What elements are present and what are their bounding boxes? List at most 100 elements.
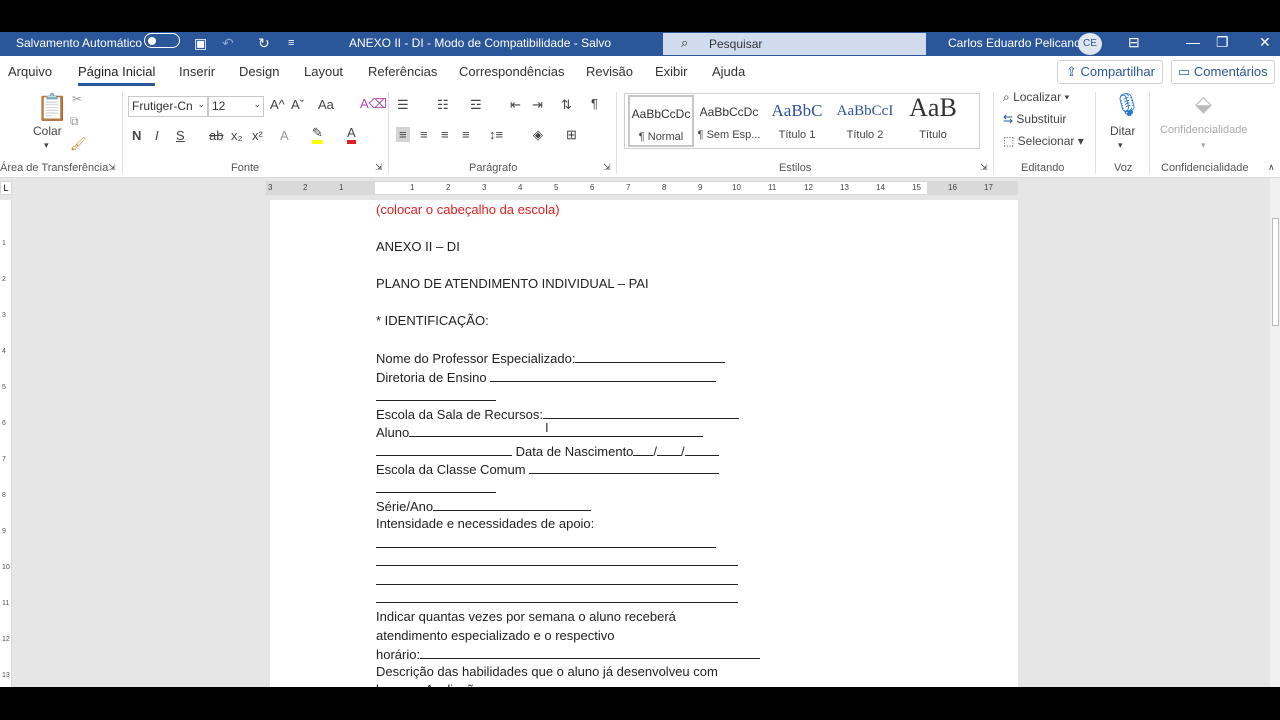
- tab-inserir[interactable]: Inserir: [179, 64, 215, 79]
- search-box[interactable]: ⌕ Pesquisar: [663, 33, 926, 55]
- line-spacing-icon[interactable]: ↕≡: [489, 127, 503, 142]
- document-page[interactable]: (colocar o cabeçalho da escola) ANEXO II…: [270, 200, 1018, 697]
- save-icon[interactable]: ▣: [194, 34, 207, 52]
- increase-indent-icon[interactable]: ⇥: [532, 97, 543, 113]
- sort-icon[interactable]: ⇅: [561, 97, 572, 113]
- underline-button[interactable]: S: [176, 128, 185, 143]
- paste-dropdown-icon[interactable]: ▾: [44, 140, 49, 151]
- copy-icon[interactable]: ⧉: [70, 114, 79, 129]
- style-no-spacing[interactable]: AaBbCcDc ¶ Sem Esp...: [696, 95, 762, 147]
- tab-correspondencias[interactable]: Correspondências: [459, 64, 565, 79]
- paste-label[interactable]: Colar: [33, 124, 62, 138]
- ruler-tick: 12: [2, 636, 10, 643]
- paste-icon[interactable]: 📋: [36, 92, 68, 123]
- undo-icon[interactable]: ↶: [222, 34, 234, 52]
- vertical-ruler[interactable]: 1 2 3 4 5 6 7 8 9 10 11 12 13: [0, 200, 12, 687]
- multilevel-list-icon[interactable]: ☲: [470, 97, 482, 113]
- styles-launcher-icon[interactable]: ⇲: [980, 162, 988, 173]
- align-left-icon[interactable]: ≡: [396, 127, 410, 142]
- align-center-icon[interactable]: ≡: [420, 127, 428, 142]
- dictate-dropdown-icon[interactable]: ▾: [1118, 140, 1123, 151]
- tab-design[interactable]: Design: [239, 64, 279, 79]
- minimize-icon[interactable]: —: [1186, 34, 1200, 50]
- clear-formatting-icon[interactable]: A⌫: [360, 96, 387, 112]
- autosave-toggle[interactable]: [144, 33, 180, 48]
- shrink-font-button[interactable]: Aˇ: [291, 97, 304, 112]
- style-heading-2[interactable]: AaBbCcI Título 2: [832, 95, 898, 147]
- resource-school-label: Escola da Sala de Recursos:: [376, 407, 543, 422]
- tab-selector[interactable]: L: [0, 181, 12, 195]
- text-effects-icon[interactable]: A: [280, 128, 289, 143]
- dictate-button[interactable]: Ditar: [1110, 124, 1135, 138]
- font-size-combo[interactable]: 12 ⌄: [208, 96, 264, 117]
- ruler-tick: 2: [2, 276, 6, 283]
- tab-referencias[interactable]: Referências: [368, 64, 437, 79]
- grow-font-button[interactable]: A^: [270, 97, 285, 112]
- user-name[interactable]: Carlos Eduardo Pelicano: [948, 36, 1081, 50]
- redo-icon[interactable]: ↻: [258, 34, 270, 52]
- clipboard-launcher-icon[interactable]: ⇲: [108, 162, 116, 173]
- horizontal-ruler[interactable]: 3 2 1 1 2 3 4 5 6 7 8 9 10 11 12 13 14 1…: [266, 181, 1018, 195]
- tab-arquivo[interactable]: Arquivo: [8, 64, 52, 79]
- format-painter-icon[interactable]: 🖌: [70, 136, 87, 152]
- ribbon-display-icon[interactable]: ⊟: [1128, 34, 1140, 51]
- sensitivity-icon: ⬙: [1195, 91, 1212, 116]
- customize-toolbar-icon[interactable]: ≡: [288, 34, 294, 52]
- blank-line: [684, 443, 719, 456]
- bold-button[interactable]: N: [132, 128, 141, 143]
- font-family-combo[interactable]: Frutiger-Cn ⌄: [128, 96, 208, 117]
- select-button[interactable]: ⬚ Selecionar ▾: [1003, 134, 1084, 148]
- borders-icon[interactable]: ⊞: [566, 127, 577, 143]
- find-button[interactable]: ⌕ Localizar ▾: [1003, 90, 1069, 105]
- justify-icon[interactable]: ≡: [462, 127, 470, 142]
- tab-revisao[interactable]: Revisão: [586, 64, 633, 79]
- align-right-icon[interactable]: ≡: [441, 127, 449, 142]
- highlight-icon[interactable]: ✎: [312, 126, 323, 144]
- divider: [122, 92, 123, 174]
- style-heading-1[interactable]: AaBbC Título 1: [764, 95, 830, 147]
- restore-icon[interactable]: ❐: [1216, 34, 1229, 51]
- font-color-button[interactable]: A: [347, 126, 356, 144]
- comments-button[interactable]: ▭ Comentários: [1171, 60, 1275, 84]
- cut-icon[interactable]: ✂: [72, 92, 82, 106]
- font-size-value: 12: [212, 99, 226, 113]
- ruler-tick: 7: [626, 183, 631, 192]
- ruler-right-margin: [927, 182, 1017, 194]
- ruler-tick: 11: [768, 183, 777, 192]
- subscript-button[interactable]: x₂: [231, 128, 243, 143]
- blank-line: [376, 480, 496, 493]
- blank-line: [490, 369, 717, 382]
- paragraph-launcher-icon[interactable]: ⇲: [603, 162, 611, 173]
- tab-exibir[interactable]: Exibir: [655, 64, 688, 79]
- tab-ajuda[interactable]: Ajuda: [712, 64, 745, 79]
- numbering-icon[interactable]: ☷: [437, 97, 449, 113]
- divider: [1149, 92, 1150, 174]
- microphone-icon[interactable]: 🎙: [1113, 92, 1141, 118]
- italic-button[interactable]: I: [155, 128, 159, 143]
- style-normal[interactable]: AaBbCcDc ¶ Normal: [628, 95, 694, 147]
- tab-layout[interactable]: Layout: [304, 64, 343, 79]
- strikethrough-button[interactable]: ab: [209, 128, 223, 143]
- birth-line: Data de Nascimento / /: [376, 443, 719, 459]
- style-title[interactable]: AaB Título: [900, 93, 966, 147]
- bullets-icon[interactable]: ☰: [397, 97, 409, 113]
- styles-group-label: Estilos: [779, 162, 812, 174]
- replace-label: Substituir: [1016, 112, 1067, 126]
- superscript-button[interactable]: x²: [252, 128, 263, 143]
- decrease-indent-icon[interactable]: ⇤: [510, 97, 521, 113]
- share-button[interactable]: ⇪ Compartilhar: [1057, 60, 1163, 84]
- font-launcher-icon[interactable]: ⇲: [375, 162, 383, 173]
- shading-icon[interactable]: ◈: [533, 127, 543, 143]
- letterbox-bar: [0, 687, 1280, 720]
- scrollbar-thumb[interactable]: [1272, 218, 1279, 326]
- divider: [1095, 92, 1096, 174]
- vertical-scrollbar[interactable]: [1270, 178, 1280, 687]
- tab-pagina-inicial[interactable]: Página Inicial: [78, 64, 156, 86]
- style-name: ¶ Normal: [638, 131, 684, 143]
- replace-button[interactable]: ⇆ Substituir: [1003, 112, 1066, 126]
- close-icon[interactable]: ✕: [1259, 34, 1271, 51]
- avatar[interactable]: CE: [1078, 33, 1102, 55]
- collapse-ribbon-icon[interactable]: ∧: [1268, 162, 1275, 173]
- show-marks-icon[interactable]: ¶: [591, 96, 598, 111]
- change-case-button[interactable]: Aa: [318, 97, 334, 112]
